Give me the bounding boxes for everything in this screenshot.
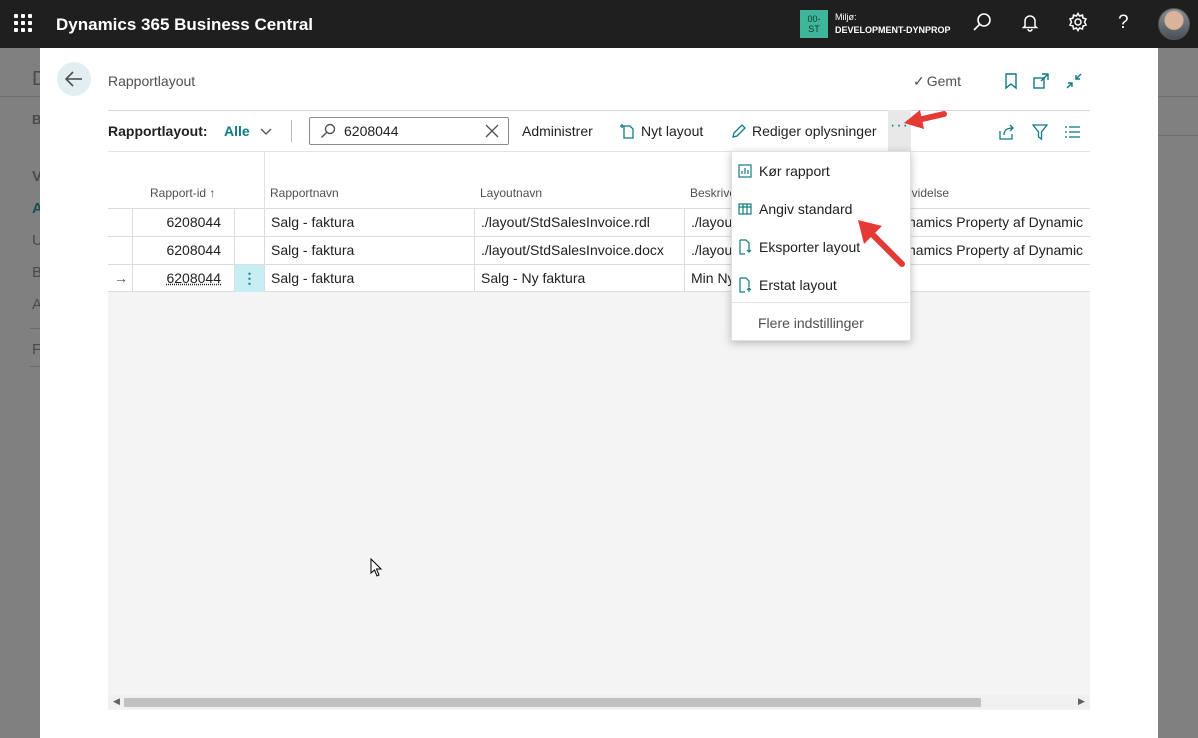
menu-item-set-default[interactable]: Angiv standard <box>732 192 910 226</box>
report-id-link[interactable]: 6208044 <box>166 270 221 286</box>
list-view-icon[interactable] <box>1064 123 1082 141</box>
checkmark-icon: ✓ <box>913 73 925 89</box>
page-title: Rapportlayout <box>108 73 196 89</box>
column-header-report-id[interactable]: Rapport-id ↑ <box>150 186 215 200</box>
edit-info-button[interactable]: Rediger oplysninger <box>731 123 877 139</box>
grid-header: Rapport-id ↑ Rapportnavn Layoutnavn Besk… <box>108 152 1090 208</box>
table-row[interactable]: 6208044 Salg - faktura ./layout/StdSales… <box>108 236 1090 264</box>
share-icon[interactable] <box>998 123 1016 141</box>
pencil-icon <box>732 124 746 138</box>
mouse-cursor-icon <box>370 558 383 577</box>
bell-icon[interactable] <box>1020 12 1044 36</box>
divider <box>291 120 292 142</box>
table-icon <box>738 203 752 215</box>
new-document-icon <box>620 124 634 139</box>
help-icon[interactable]: ? <box>1118 12 1142 36</box>
new-layout-button[interactable]: Nyt layout <box>620 123 703 139</box>
toolbar-label: Rapportlayout: <box>108 123 208 139</box>
column-header-report-name[interactable]: Rapportnavn <box>270 186 339 200</box>
menu-item-run-report[interactable]: Kør rapport <box>732 154 910 188</box>
manage-button[interactable]: Administrer <box>522 123 593 139</box>
collapse-icon[interactable] <box>1065 72 1083 90</box>
search-icon[interactable] <box>972 12 996 36</box>
export-document-icon <box>739 239 752 255</box>
menu-item-replace-layout[interactable]: Erstat layout <box>732 268 910 302</box>
avatar[interactable] <box>1158 8 1190 40</box>
top-bar: Dynamics 365 Business Central 00- ST Mil… <box>0 0 1198 48</box>
clear-icon[interactable] <box>484 123 500 139</box>
more-options-menu: Kør rapport Angiv standard Eksporter lay… <box>731 151 911 341</box>
scroll-right-icon[interactable]: ▶ <box>1078 696 1085 707</box>
table-row-selected[interactable]: → 6208044 ⋮ Salg - faktura Salg - Ny fak… <box>108 264 1090 292</box>
menu-item-more-settings[interactable]: Flere indstillinger <box>758 315 864 331</box>
filter-icon[interactable] <box>1031 123 1049 141</box>
search-field[interactable] <box>309 117 509 145</box>
environment-badge: 00- ST <box>800 10 828 38</box>
search-icon <box>321 123 336 138</box>
column-header-layout-name[interactable]: Layoutnavn <box>480 186 542 200</box>
scroll-left-icon[interactable]: ◀ <box>113 696 120 707</box>
waffle-icon[interactable] <box>14 14 32 32</box>
row-actions-icon[interactable]: ⋮ <box>235 265 265 292</box>
menu-item-export-layout[interactable]: Eksporter layout <box>732 230 910 264</box>
report-layout-grid: Rapport-id ↑ Rapportnavn Layoutnavn Besk… <box>108 152 1090 710</box>
replace-document-icon <box>739 277 752 293</box>
arrow-left-icon <box>65 71 82 87</box>
view-filter-dropdown[interactable]: Alle <box>224 123 272 139</box>
row-marker-arrow-icon: → <box>108 265 133 292</box>
app-title: Dynamics 365 Business Central <box>56 15 314 34</box>
gear-icon[interactable] <box>1068 12 1092 36</box>
horizontal-scrollbar[interactable]: ◀ ▶ <box>108 695 1090 709</box>
divider <box>108 110 1090 111</box>
report-layout-dialog: Rapportlayout ✓ Gemt Rapportlayout: Alle … <box>40 48 1158 738</box>
environment-label: Miljø: DEVELOPMENT-DYNPROP <box>835 12 951 35</box>
open-new-window-icon[interactable] <box>1032 72 1050 90</box>
report-icon <box>738 164 752 178</box>
table-row[interactable]: 6208044 Salg - faktura ./layout/StdSales… <box>108 208 1090 236</box>
back-button[interactable] <box>57 62 91 96</box>
column-header-extension[interactable]: dvidelse <box>905 186 949 200</box>
search-input[interactable] <box>344 122 474 140</box>
chevron-down-icon <box>260 128 272 135</box>
bookmark-icon[interactable] <box>1002 72 1020 90</box>
more-options-button[interactable]: ··· <box>888 110 911 151</box>
saved-status: ✓ Gemt <box>913 73 961 89</box>
column-header-description[interactable]: Beskrive <box>690 186 736 200</box>
scrollbar-thumb[interactable] <box>124 698 981 707</box>
